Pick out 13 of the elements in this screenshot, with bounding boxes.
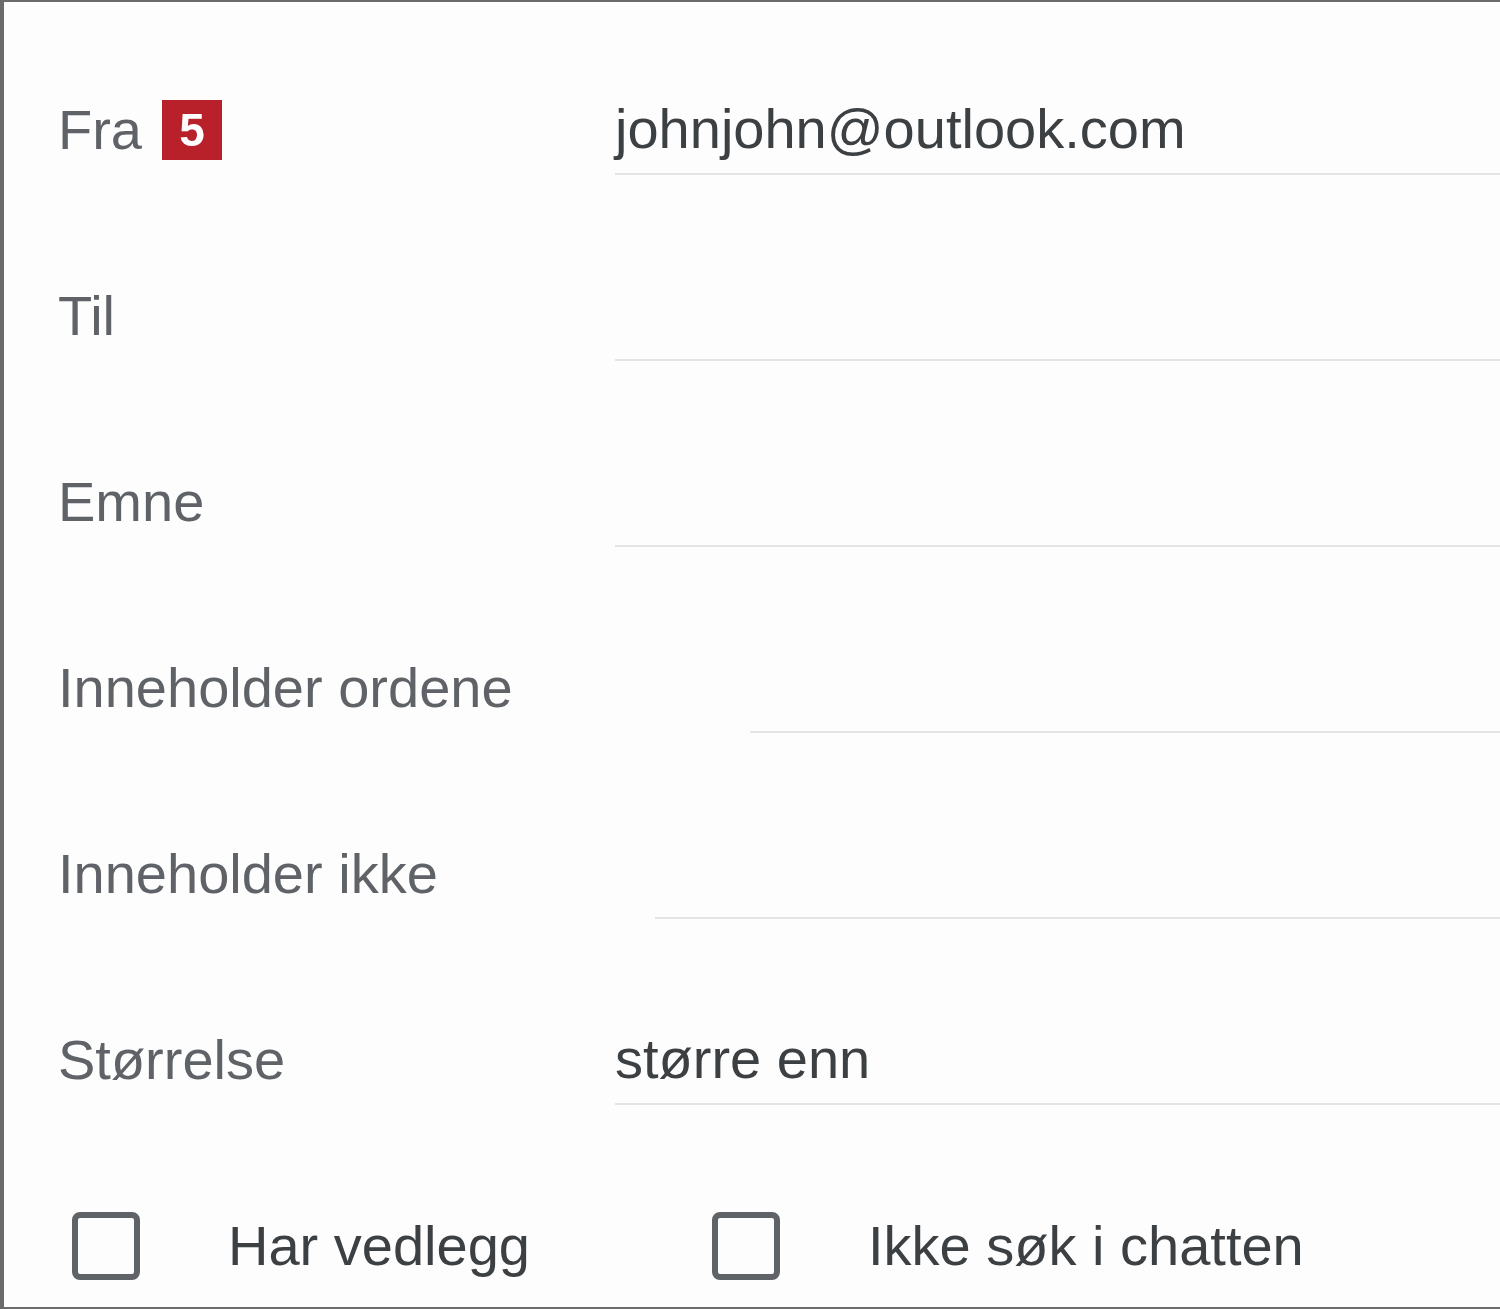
checkbox-label: Ikke søk i chatten [868, 1213, 1304, 1279]
field-label: Til [58, 283, 115, 349]
checkbox[interactable] [712, 1212, 780, 1280]
field-label: Størrelse [58, 1027, 286, 1093]
number-badge: 5 [162, 100, 222, 160]
field-label: Fra [58, 97, 142, 163]
checkbox[interactable] [72, 1212, 140, 1280]
input-field[interactable]: større enn [615, 1015, 1500, 1105]
input-field[interactable]: johnjohn@outlook.com [615, 85, 1500, 175]
field-label: Inneholder ordene [58, 655, 513, 721]
field-label: Emne [58, 469, 205, 535]
field-label: Inneholder ikke [58, 841, 438, 907]
checkbox-label: Har vedlegg [228, 1213, 530, 1279]
